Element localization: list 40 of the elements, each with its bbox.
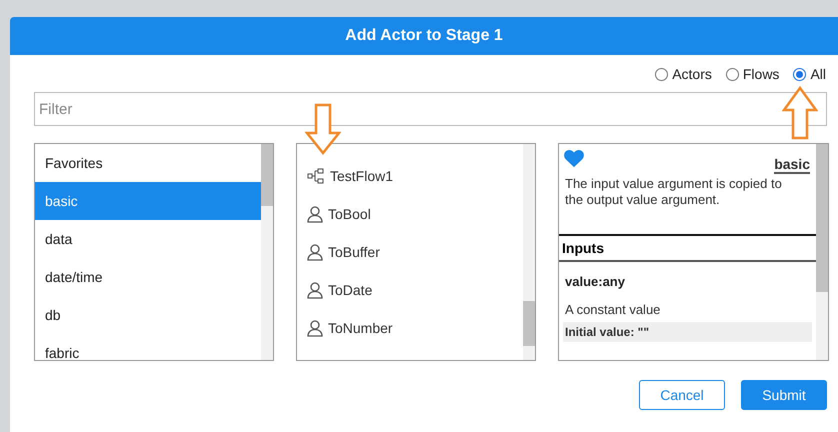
category-item[interactable]: basic bbox=[35, 182, 261, 220]
item-label: ToDate bbox=[328, 282, 372, 298]
person-icon bbox=[307, 206, 323, 222]
actor-list-item[interactable]: ToBool bbox=[297, 195, 523, 233]
item-label: TestFlow1 bbox=[330, 168, 394, 184]
person-icon bbox=[307, 282, 323, 298]
actor-list-item[interactable]: ToDate bbox=[297, 271, 523, 309]
item-label: ToNumber bbox=[328, 320, 393, 336]
item-label: ToBuffer bbox=[328, 244, 380, 260]
category-label: basic bbox=[774, 156, 810, 174]
scrollbar[interactable] bbox=[816, 144, 828, 360]
heart-icon[interactable] bbox=[563, 148, 585, 168]
down-arrow-icon bbox=[305, 103, 341, 155]
inputs-heading: Inputs bbox=[559, 234, 816, 262]
item-label: ToBool bbox=[328, 206, 371, 222]
input-description: A constant value bbox=[564, 301, 662, 317]
dialog-title: Add Actor to Stage 1 bbox=[10, 17, 838, 55]
description-text: The input value argument is copied to the output value argument. bbox=[564, 175, 783, 209]
category-item[interactable]: data bbox=[35, 220, 261, 258]
radio-option[interactable]: Actors bbox=[655, 64, 712, 84]
actor-list-item[interactable]: ToNumber bbox=[297, 309, 523, 347]
actor-list-item[interactable]: TestFlow1 bbox=[297, 157, 523, 195]
category-item[interactable]: date/time bbox=[35, 258, 261, 296]
scrollbar[interactable] bbox=[261, 144, 273, 360]
person-icon bbox=[307, 244, 323, 260]
radio-option[interactable]: Flows bbox=[726, 64, 780, 84]
input-name: value:any bbox=[564, 273, 626, 289]
submit-button[interactable]: Submit bbox=[741, 380, 827, 410]
category-item[interactable]: db bbox=[35, 296, 261, 334]
initial-value: Initial value: "" bbox=[563, 322, 812, 342]
filter-field[interactable]: Filter bbox=[34, 92, 827, 126]
up-arrow-icon bbox=[782, 86, 818, 140]
person-icon bbox=[307, 320, 323, 336]
category-item[interactable]: fabric bbox=[35, 334, 261, 360]
category-item[interactable]: Favorites bbox=[35, 144, 261, 182]
cancel-button[interactable]: Cancel bbox=[639, 380, 725, 410]
flow-diagram-icon bbox=[307, 168, 325, 184]
scrollbar[interactable] bbox=[523, 144, 535, 360]
actor-list-item[interactable]: ToBuffer bbox=[297, 233, 523, 271]
radio-option[interactable]: All bbox=[793, 64, 826, 84]
